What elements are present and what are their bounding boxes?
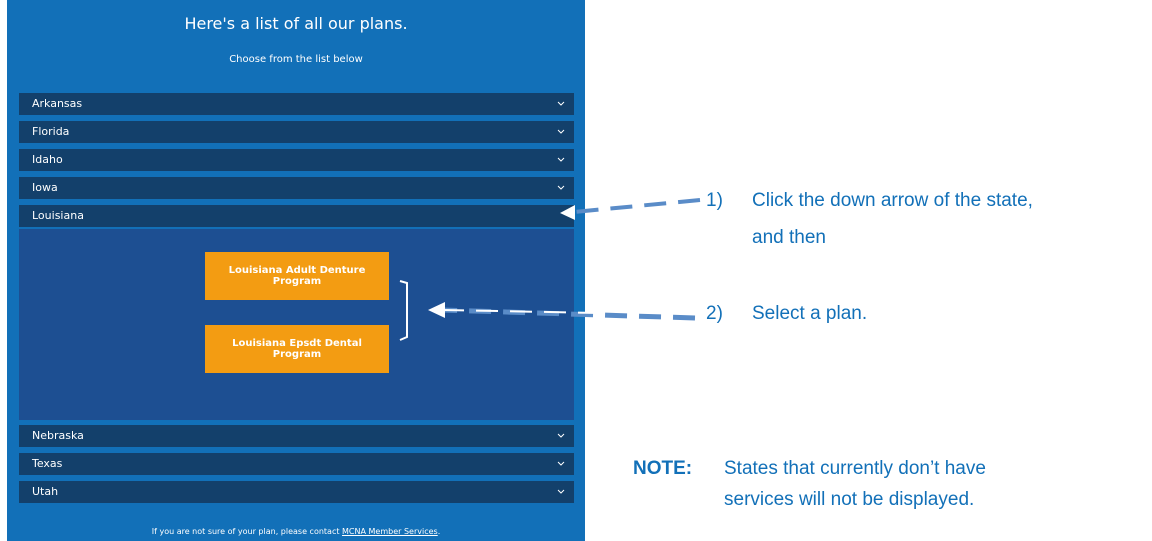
arrow-line-step1 (573, 198, 701, 214)
step1-text-cont: and then (752, 227, 826, 248)
bracket-icon (399, 280, 408, 341)
arrow-head-step2 (428, 302, 445, 318)
note-text-cont: services will not be displayed. (724, 489, 975, 510)
step1-text: Click the down arrow of the state, (752, 190, 1033, 211)
note-text: States that currently don’t have (724, 458, 986, 479)
step2-number: 2) (706, 303, 723, 324)
note-label: NOTE: (633, 458, 693, 479)
step1-number: 1) (706, 190, 723, 211)
arrow-head-step1 (560, 205, 575, 220)
step2-text: Select a plan. (752, 303, 868, 324)
